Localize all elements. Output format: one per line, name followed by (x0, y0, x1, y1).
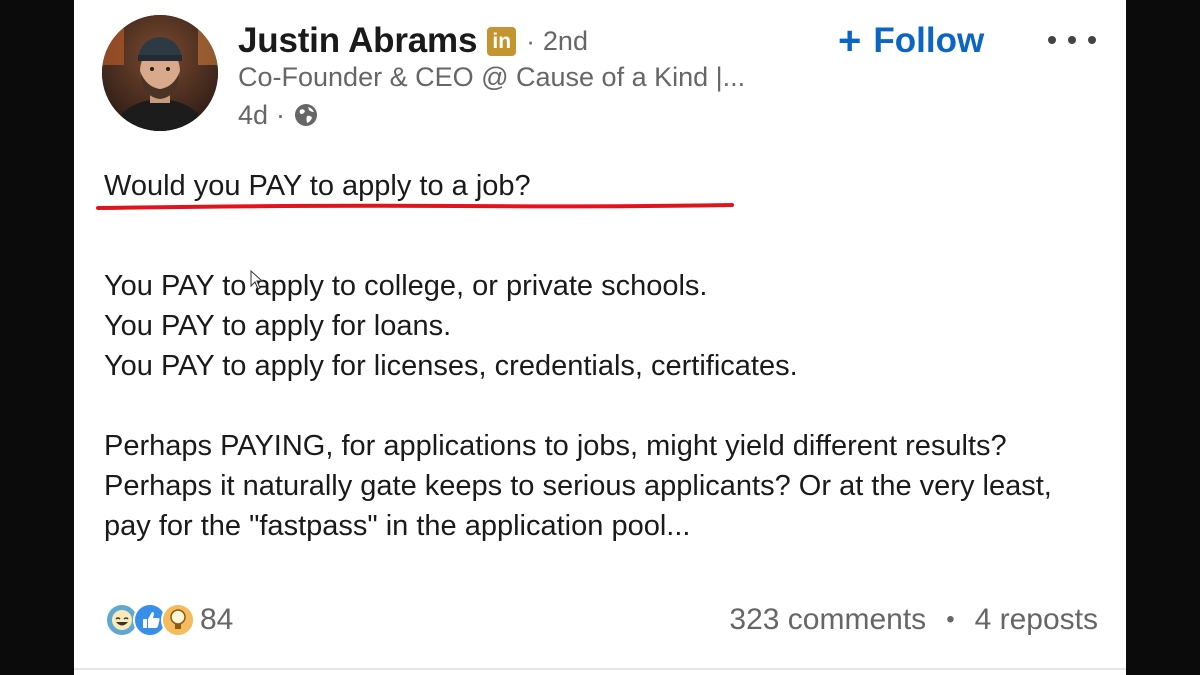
post-line: You PAY to apply for loans. (104, 310, 452, 342)
avatar-photo (102, 15, 218, 131)
author-name[interactable]: Justin Abrams (238, 21, 477, 61)
red-underline-annotation (96, 203, 734, 210)
author-avatar[interactable] (102, 15, 218, 131)
post-question: Would you PAY to apply to a job? (104, 170, 531, 202)
post-stats: 84 323 comments • 4 reposts (104, 596, 1098, 644)
comments-count-link[interactable]: 323 comments (729, 603, 926, 637)
post-meta: 4d · (238, 97, 319, 133)
divider (74, 668, 1126, 670)
post-card: Justin Abrams in · 2nd Co-Founder & CEO … (74, 0, 1126, 675)
reactions-count: 84 (200, 603, 234, 636)
more-options-icon (1048, 36, 1056, 44)
post-body: Would you PAY to apply to a job? You PAY… (104, 166, 1104, 546)
separator-dot: · (276, 99, 286, 130)
linkedin-premium-badge-icon: in (487, 26, 517, 56)
more-options-icon-dot (1088, 36, 1096, 44)
reaction-icons (104, 602, 195, 638)
plus-icon: + (838, 19, 862, 63)
separator-dot: • (946, 606, 955, 633)
author-headline: Co-Founder & CEO @ Cause of a Kind |... (238, 62, 746, 92)
reactions-summary[interactable]: 84 (104, 602, 233, 638)
reposts-count-link[interactable]: 4 reposts (975, 603, 1098, 637)
post-paragraph: Perhaps PAYING, for applications to jobs… (104, 430, 1052, 542)
follow-label: Follow (873, 21, 985, 60)
author-name-row: Justin Abrams in · 2nd (238, 18, 588, 64)
follow-button[interactable]: + Follow (838, 18, 984, 64)
mouse-cursor-icon (250, 270, 264, 290)
engagement-stats: 323 comments • 4 reposts (729, 603, 1098, 637)
globe-icon (295, 104, 318, 126)
more-options-icon-dot (1068, 36, 1076, 44)
post-time: 4d (238, 99, 269, 130)
post-line: You PAY to apply for licenses, credentia… (104, 350, 798, 382)
screen-frame: Justin Abrams in · 2nd Co-Founder & CEO … (0, 0, 1200, 675)
separator-dot: · (526, 25, 535, 56)
more-options-button[interactable] (1048, 22, 1096, 58)
connection-degree: 2nd (542, 25, 588, 56)
insightful-icon (161, 603, 195, 637)
